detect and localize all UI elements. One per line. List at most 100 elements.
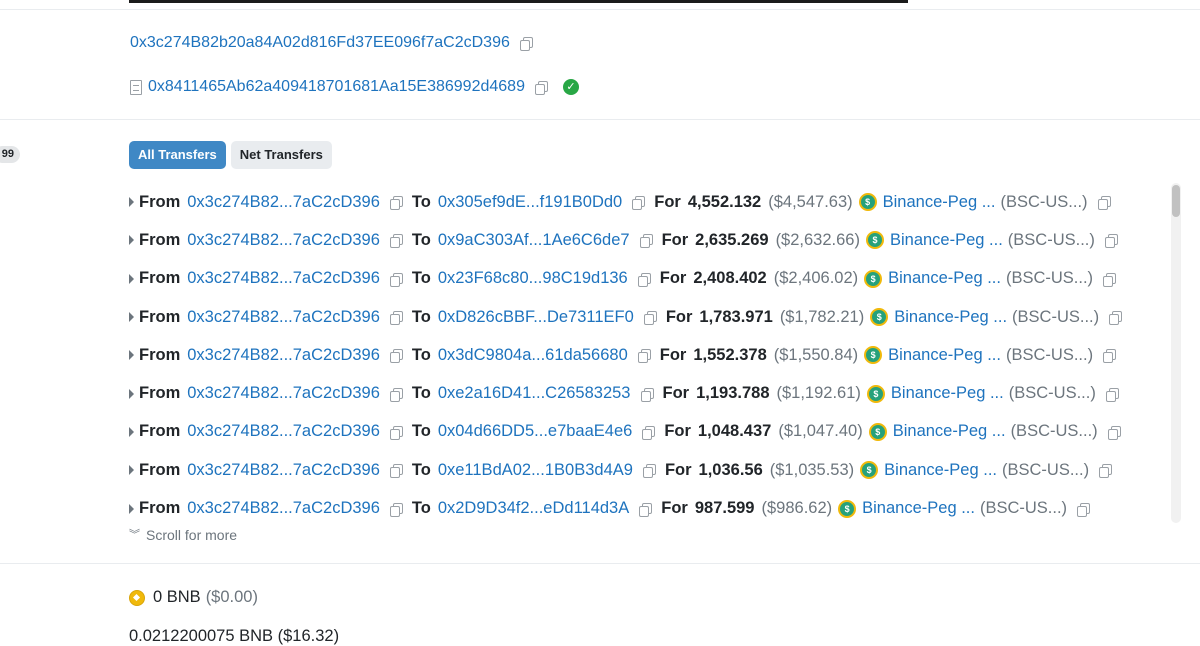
to-label: To: [411, 384, 431, 403]
tab-all-transfers[interactable]: All Transfers: [129, 141, 226, 169]
copy-icon[interactable]: [642, 464, 656, 479]
copy-icon[interactable]: [1097, 196, 1111, 211]
copy-icon[interactable]: [534, 81, 548, 95]
caret-right-icon[interactable]: [129, 465, 134, 476]
from-label: From: [139, 230, 181, 249]
transfers-list: From 0x3c274B82...7aC2cD396 To 0x305ef9dE..…: [129, 183, 1123, 528]
to-label: To: [411, 192, 431, 211]
tab-net-transfers[interactable]: Net Transfers: [230, 141, 332, 169]
caret-right-icon[interactable]: [129, 350, 134, 361]
copy-icon[interactable]: [637, 349, 651, 364]
token-symbol: (BSC-US...): [1002, 460, 1090, 479]
to-address-link[interactable]: 0x04d66DD5...e7baaE4e6: [438, 422, 633, 441]
copy-icon[interactable]: [1103, 349, 1117, 364]
token-name-link[interactable]: Binance-Peg ...: [884, 461, 997, 480]
copy-icon[interactable]: [519, 37, 533, 51]
to-label: To: [411, 460, 431, 479]
transfer-amount: 4,552.132: [687, 192, 762, 211]
caret-right-icon[interactable]: [129, 273, 134, 284]
from-address-link[interactable]: 0x3c274B82...7aC2cD396: [187, 422, 380, 441]
from-address-link[interactable]: 0x3c274B82...7aC2cD396: [187, 231, 380, 250]
contract-address-link[interactable]: 0x8411465Ab62a409418701681Aa15E386992d46…: [148, 78, 525, 96]
from-address-link[interactable]: 0x3c274B82...7aC2cD396: [187, 499, 380, 518]
caret-right-icon[interactable]: [129, 503, 134, 514]
from-address-link[interactable]: 0x3c274B82...7aC2cD396: [187, 308, 380, 327]
copy-icon[interactable]: [389, 502, 403, 517]
to-address-link[interactable]: 0x3dC9804a...61da56680: [438, 346, 628, 365]
from-address-link[interactable]: 0x3c274B82...7aC2cD396: [187, 269, 380, 288]
fee-line: 0.0212200075 BNB ($16.32): [129, 627, 340, 645]
copy-icon[interactable]: [1077, 502, 1091, 517]
transfer-usd: ($4,547.63): [768, 192, 853, 211]
to-address-link[interactable]: 0x9aC303Af...1Ae6C6de7: [438, 231, 630, 250]
to-address-link[interactable]: 0x23F68c80...98C19d136: [438, 269, 628, 288]
copy-icon[interactable]: [643, 311, 657, 326]
for-label: For: [659, 345, 687, 364]
copy-icon[interactable]: [389, 234, 403, 249]
copy-icon[interactable]: [1104, 234, 1118, 249]
copy-icon[interactable]: [389, 349, 403, 364]
file-icon: [130, 79, 142, 95]
copy-icon[interactable]: [1099, 464, 1113, 479]
copy-icon[interactable]: [637, 272, 651, 287]
tether-icon: $: [860, 461, 879, 480]
token-name-link[interactable]: Binance-Peg ...: [893, 422, 1006, 441]
copy-icon[interactable]: [389, 311, 403, 326]
caret-right-icon[interactable]: [129, 197, 134, 208]
tether-icon: $: [865, 231, 884, 250]
transfer-row: From 0x3c274B82...7aC2cD396 To 0x9aC303Af..…: [129, 221, 1119, 259]
from-address-link[interactable]: 0x3c274B82...7aC2cD396: [187, 461, 380, 480]
copy-icon[interactable]: [640, 387, 654, 402]
copy-icon[interactable]: [389, 425, 403, 440]
from-address-link[interactable]: 0x3c274B82b20a84A02d816Fd37EE096f7aC2cD3…: [130, 34, 510, 52]
scrollbar-thumb[interactable]: [1172, 185, 1180, 217]
transfer-row: From 0x3c274B82...7aC2cD396 To 0x04d66DD5..…: [129, 413, 1121, 451]
from-address-link[interactable]: 0x3c274B82...7aC2cD396: [187, 346, 380, 365]
copy-icon[interactable]: [639, 234, 653, 249]
copy-icon[interactable]: [642, 425, 656, 440]
copy-icon[interactable]: [632, 196, 646, 211]
token-name-link[interactable]: Binance-Peg ...: [888, 269, 1001, 288]
copy-icon[interactable]: [639, 502, 653, 517]
token-symbol: (BSC-US...): [1008, 384, 1096, 403]
for-label: For: [662, 384, 690, 403]
transfer-amount: 1,783.971: [699, 307, 773, 326]
double-chevron-down-icon: ︾: [129, 529, 140, 541]
from-address-link[interactable]: 0x3c274B82...7aC2cD396: [187, 384, 380, 403]
token-name-link[interactable]: Binance-Peg ...: [883, 193, 996, 212]
for-label: For: [661, 499, 688, 518]
from-address-link[interactable]: 0x3c274B82...7aC2cD396: [187, 193, 380, 212]
copy-icon[interactable]: [1109, 311, 1123, 326]
caret-right-icon[interactable]: [129, 312, 134, 323]
copy-icon[interactable]: [389, 196, 403, 211]
token-name-link[interactable]: Binance-Peg ...: [862, 499, 975, 518]
token-name-link[interactable]: Binance-Peg ...: [890, 231, 1003, 250]
to-address-link[interactable]: 0xe2a16D41...C26583253: [438, 384, 631, 403]
copy-icon[interactable]: [1107, 425, 1121, 440]
copy-icon[interactable]: [1105, 387, 1119, 402]
copy-icon[interactable]: [389, 387, 403, 402]
transfer-amount: 1,036.56: [698, 460, 763, 479]
to-address-link[interactable]: 0x2D9D34f2...eDd114d3A: [438, 499, 629, 518]
transfers-scrollbar[interactable]: [1171, 183, 1181, 523]
copy-icon[interactable]: [389, 464, 403, 479]
caret-right-icon[interactable]: [129, 235, 134, 246]
to-address-link[interactable]: 0xe11BdA02...1B0B3d4A9: [438, 461, 633, 480]
copy-icon[interactable]: [1103, 272, 1117, 287]
token-symbol: (BSC-US...): [1005, 269, 1094, 288]
caret-right-icon[interactable]: [129, 426, 134, 437]
divider-top: [0, 9, 1200, 10]
for-label: For: [665, 307, 693, 326]
to-label: To: [411, 307, 431, 326]
to-address-link[interactable]: 0xD826cBBF...De7311EF0: [438, 308, 634, 327]
copy-icon[interactable]: [389, 272, 403, 287]
token-name-link[interactable]: Binance-Peg ...: [888, 346, 1001, 365]
tether-icon: $: [870, 308, 889, 327]
transfer-amount: 1,193.788: [696, 384, 770, 403]
token-name-link[interactable]: Binance-Peg ...: [891, 384, 1004, 403]
scroll-for-more[interactable]: ︾ Scroll for more: [129, 527, 237, 543]
transfer-usd: ($1,782.21): [779, 307, 865, 326]
token-name-link[interactable]: Binance-Peg ...: [894, 308, 1007, 327]
to-address-link[interactable]: 0x305ef9dE...f191B0Dd0: [438, 193, 622, 212]
caret-right-icon[interactable]: [129, 388, 134, 399]
